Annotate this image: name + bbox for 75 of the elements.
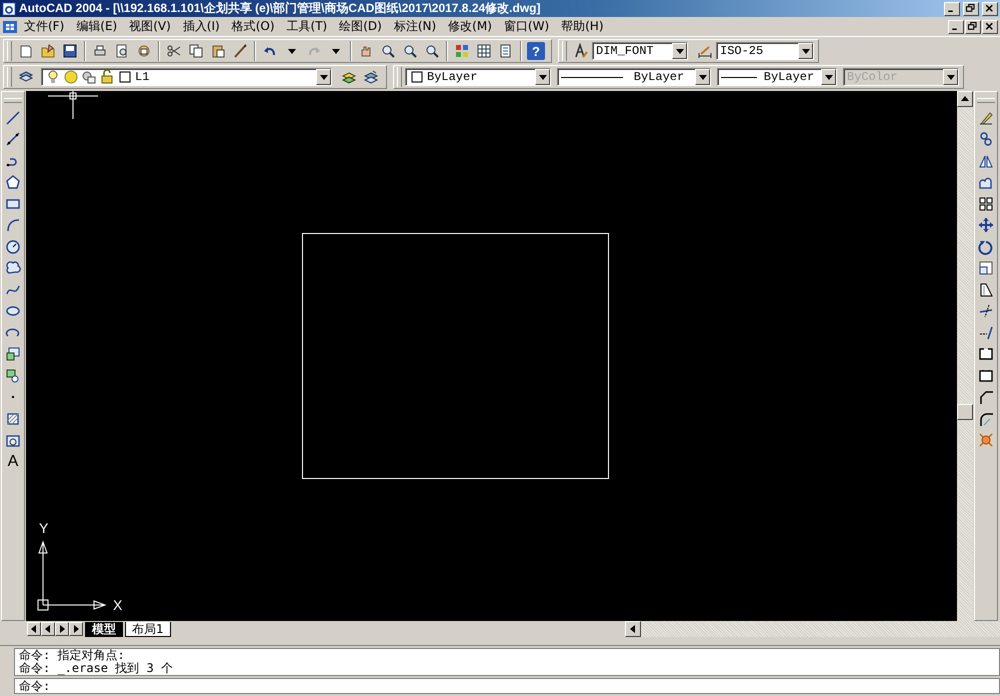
menu-item[interactable]: 工具(T) bbox=[280, 18, 334, 35]
ucs-axes-icon bbox=[38, 540, 106, 610]
color-dropdown[interactable]: ByLayer bbox=[405, 68, 551, 86]
x-axis-label: X bbox=[113, 597, 122, 613]
layout-tab[interactable]: 布局1 bbox=[125, 622, 171, 636]
menu-item[interactable]: 窗口(W) bbox=[498, 18, 556, 35]
window-title: AutoCAD 2004 - [\\192.168.1.101\企划共享 (e)\部门管理\商场CAD图纸\2017\2017.8.24修改.dwg] bbox=[19, 0, 542, 17]
text-style-dropdown[interactable]: DIM_FONT bbox=[592, 42, 688, 60]
text-tool-button[interactable]: A bbox=[3, 452, 23, 472]
layer-dropdown[interactable]: L1 bbox=[41, 68, 332, 86]
menu-item[interactable]: 标注(N) bbox=[388, 18, 442, 35]
fillet-icon[interactable] bbox=[978, 410, 994, 427]
circle-icon[interactable] bbox=[5, 238, 21, 255]
trim-icon[interactable] bbox=[978, 303, 994, 320]
square-icon bbox=[117, 69, 133, 85]
command-line-text: 命令: _.erase 找到 3 个 bbox=[19, 662, 174, 675]
line-icon[interactable] bbox=[5, 110, 21, 126]
lineweight-dropdown[interactable]: ByLayer bbox=[717, 68, 837, 86]
copy-circles-icon[interactable] bbox=[978, 131, 994, 148]
array-icon[interactable] bbox=[978, 196, 994, 212]
sun-icon[interactable] bbox=[63, 69, 79, 85]
insert-block-icon[interactable] bbox=[5, 346, 21, 362]
menu-item[interactable]: 文件(F) bbox=[18, 18, 70, 35]
scissors-icon[interactable] bbox=[166, 43, 182, 59]
text-style-icon[interactable] bbox=[573, 43, 589, 59]
make-block-icon[interactable] bbox=[5, 368, 21, 384]
folder-icon[interactable] bbox=[40, 43, 56, 59]
save-icon[interactable] bbox=[62, 43, 78, 59]
break-icon[interactable] bbox=[978, 346, 994, 362]
polygon-icon[interactable] bbox=[5, 174, 21, 190]
chamfer-icon[interactable] bbox=[978, 389, 994, 406]
construction-line-icon[interactable] bbox=[5, 131, 21, 148]
menu-item[interactable]: 格式(O) bbox=[226, 18, 281, 35]
help-button[interactable]: ? bbox=[527, 42, 545, 60]
vertical-scrollbar[interactable] bbox=[957, 91, 973, 621]
properties-icon[interactable] bbox=[454, 43, 470, 59]
command-input-field[interactable]: 命令: bbox=[14, 678, 1000, 694]
scale-icon[interactable] bbox=[978, 260, 994, 276]
menu-item[interactable]: 帮助(H) bbox=[555, 18, 610, 35]
menu-item[interactable]: 修改(M) bbox=[442, 18, 498, 35]
dimension-style-dropdown[interactable]: ISO-25 bbox=[716, 42, 814, 60]
linetype-dropdown[interactable]: ByLayer bbox=[557, 68, 711, 86]
menu-item[interactable]: 插入(I) bbox=[176, 18, 226, 35]
app-logo-icon bbox=[2, 2, 16, 16]
hatch-icon[interactable] bbox=[5, 410, 21, 427]
new-file-icon[interactable] bbox=[18, 43, 34, 59]
menu-item[interactable]: 编辑(E) bbox=[70, 18, 124, 35]
arc-icon[interactable] bbox=[5, 217, 21, 234]
square-icon bbox=[409, 69, 425, 85]
layout-tab[interactable]: 模型 bbox=[85, 622, 123, 636]
copy-pages-icon[interactable] bbox=[188, 43, 204, 59]
drawing-file-icon[interactable] bbox=[2, 18, 18, 34]
paste-icon[interactable] bbox=[210, 43, 226, 59]
zoom-icon[interactable] bbox=[402, 43, 418, 59]
stretch-icon[interactable] bbox=[978, 282, 994, 298]
eraser-icon[interactable] bbox=[978, 110, 994, 126]
layer-stack-icon[interactable] bbox=[363, 69, 379, 85]
padlock-icon[interactable] bbox=[99, 69, 115, 85]
zoom-icon[interactable] bbox=[424, 43, 440, 59]
cloud-icon[interactable] bbox=[5, 260, 21, 276]
menu-item[interactable]: 绘图(D) bbox=[333, 18, 388, 35]
horizontal-scrollbar[interactable] bbox=[624, 621, 1000, 637]
y-axis-label: Y bbox=[39, 520, 48, 536]
rotate-icon[interactable] bbox=[978, 238, 994, 255]
explode-icon[interactable] bbox=[978, 432, 994, 448]
break-point-icon[interactable] bbox=[978, 368, 994, 384]
scroll-thumb[interactable] bbox=[957, 404, 973, 420]
zoom-icon[interactable] bbox=[380, 43, 396, 59]
grid-panel-icon[interactable] bbox=[476, 43, 492, 59]
extend-icon[interactable] bbox=[978, 324, 994, 341]
brush-icon[interactable] bbox=[232, 43, 248, 59]
move-icon[interactable] bbox=[978, 217, 994, 234]
crosshair-cursor bbox=[48, 91, 98, 120]
menu-item[interactable]: 视图(V) bbox=[123, 18, 177, 35]
command-line-text: 命令: 指定对角点: bbox=[19, 649, 126, 662]
